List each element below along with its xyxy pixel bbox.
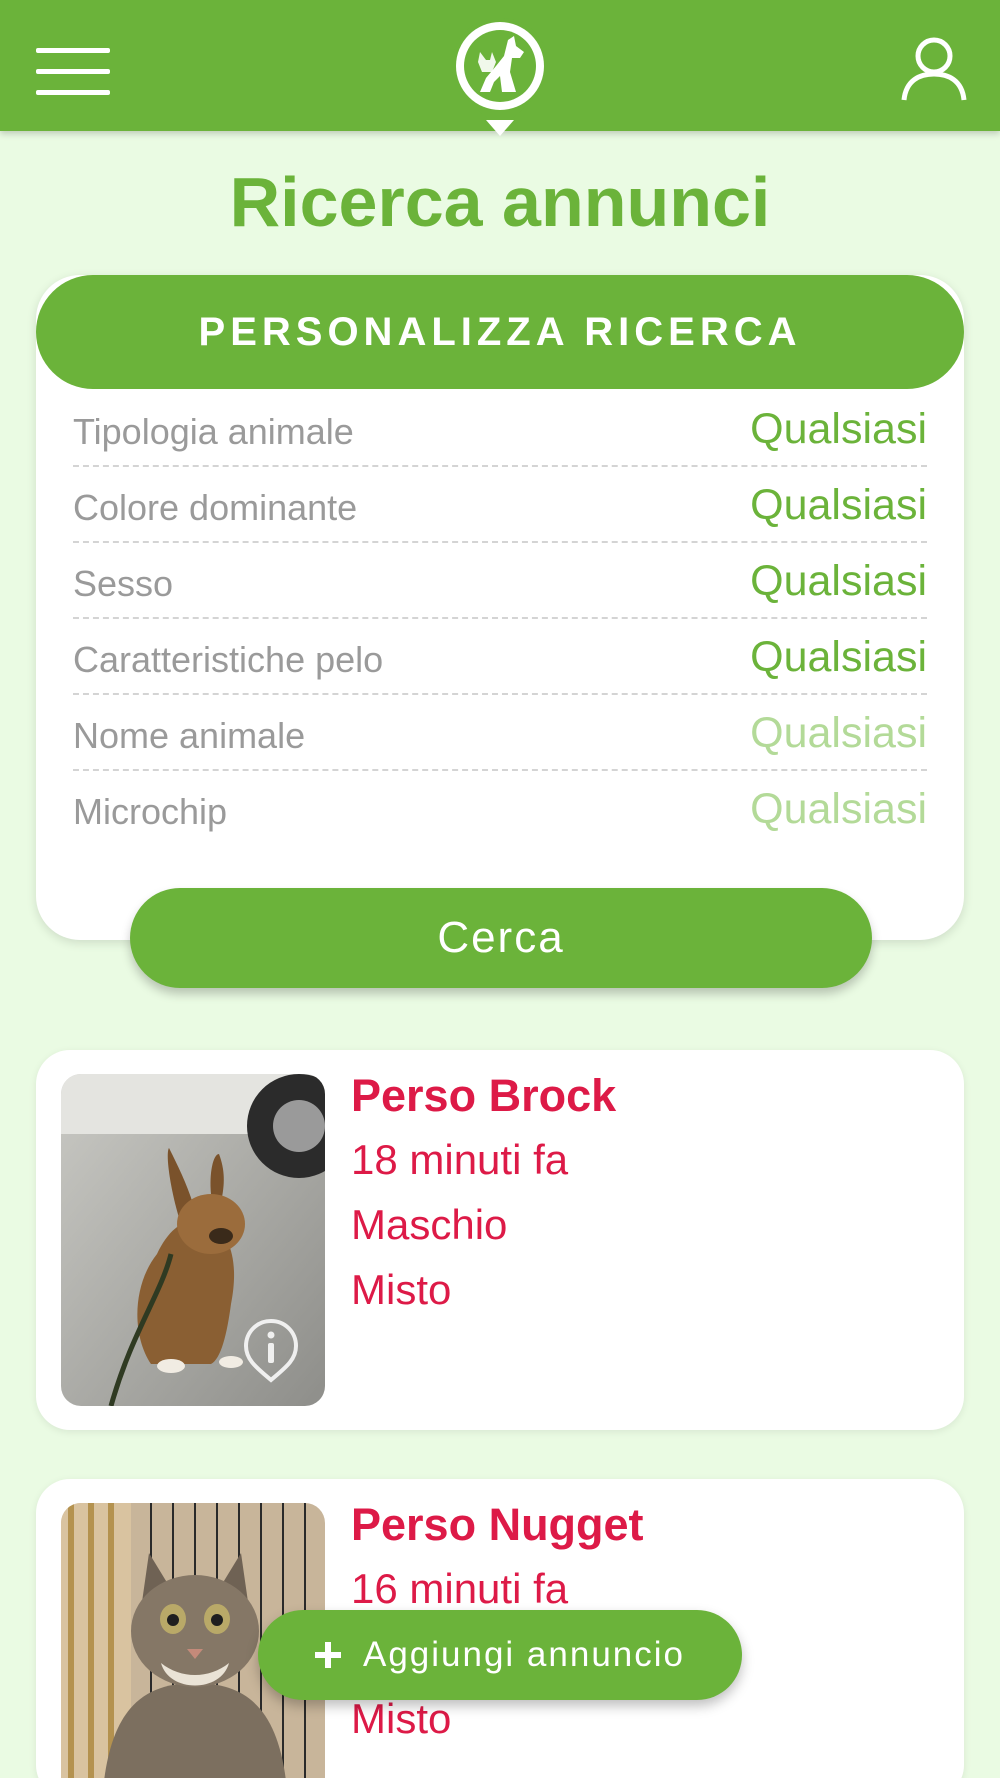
plus-icon xyxy=(314,1642,341,1668)
listing-time: 16 minuti fa xyxy=(351,1565,569,1612)
search-button[interactable]: Cerca xyxy=(130,888,872,988)
listing-breed: Misto xyxy=(351,1266,452,1313)
page-title: Ricerca annunci xyxy=(229,163,771,241)
search-card-header: PERSONALIZZA RICERCA xyxy=(36,275,964,389)
filter-label: Colore dominante xyxy=(73,487,358,528)
listing-photo-dog[interactable] xyxy=(61,1074,325,1406)
add-listing-button[interactable]: Aggiungi annuncio xyxy=(258,1610,742,1700)
listing-breed: Misto xyxy=(351,1695,452,1742)
add-listing-label: Aggiungi annuncio xyxy=(362,1635,685,1674)
filter-value[interactable]: Qualsiasi xyxy=(750,557,927,606)
filter-label: Caratteristiche pelo xyxy=(73,639,384,680)
listing-title[interactable]: Perso Brock xyxy=(351,1070,616,1122)
filter-value[interactable]: Qualsiasi xyxy=(750,481,927,530)
info-icon[interactable] xyxy=(243,1318,299,1384)
filter-value[interactable]: Qualsiasi xyxy=(750,405,927,454)
filter-value[interactable]: Qualsiasi xyxy=(750,633,927,682)
filter-input-placeholder[interactable]: Qualsiasi xyxy=(750,785,927,834)
filter-row-animal-name[interactable]: Nome animale Qualsiasi xyxy=(73,695,927,771)
listing-sex: Maschio xyxy=(351,1201,508,1248)
filter-label: Nome animale xyxy=(73,715,306,756)
user-profile-icon[interactable] xyxy=(900,36,968,102)
filter-row-color[interactable]: Colore dominante Qualsiasi xyxy=(73,467,927,543)
filter-label: Tipologia animale xyxy=(73,411,354,452)
search-filters-card: PERSONALIZZA RICERCA Tipologia animale Q… xyxy=(36,275,964,940)
filter-row-microchip[interactable]: Microchip Qualsiasi xyxy=(73,771,927,847)
listing-title[interactable]: Perso Nugget xyxy=(351,1499,644,1551)
filter-input-placeholder[interactable]: Qualsiasi xyxy=(750,709,927,758)
listing-time: 18 minuti fa xyxy=(351,1136,569,1183)
listing-card[interactable]: Perso Brock 18 minuti fa Maschio Misto xyxy=(36,1050,964,1430)
pet-location-pin-logo xyxy=(450,16,550,150)
filter-row-fur[interactable]: Caratteristiche pelo Qualsiasi xyxy=(73,619,927,695)
filter-row-animal-type[interactable]: Tipologia animale Qualsiasi xyxy=(73,391,927,467)
filter-row-sex[interactable]: Sesso Qualsiasi xyxy=(73,543,927,619)
filter-label: Microchip xyxy=(73,791,228,832)
hamburger-menu-icon[interactable] xyxy=(36,48,110,96)
filter-label: Sesso xyxy=(73,563,174,604)
